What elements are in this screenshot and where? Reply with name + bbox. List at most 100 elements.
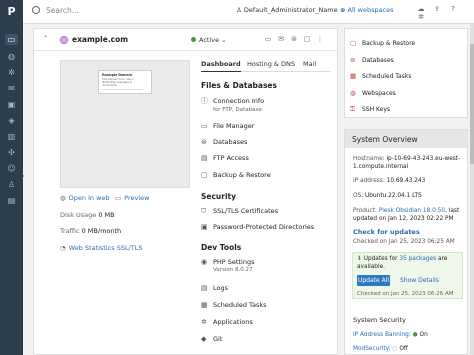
backup-icon: ▢: [350, 39, 357, 47]
tab-mail[interactable]: Mail: [303, 60, 316, 71]
lock-icon[interactable]: ▣: [5, 99, 18, 110]
side-link-databases[interactable]: ⊜ Databases: [350, 56, 394, 64]
globe-icon: ◍: [60, 194, 66, 202]
ssl-tls-item[interactable]: ⛉ SSL/TLS Certificates: [201, 207, 278, 216]
hostname-row: Hostname: ip-10-69-43-243.eu-west-1.comp…: [353, 156, 461, 170]
connection-info-item[interactable]: ⓘ Connection Info for FTP, Database: [201, 96, 264, 113]
files-section-title: Files & Databases: [201, 81, 277, 90]
cloud-icon[interactable]: ☁: [416, 5, 426, 13]
puzzle-icon[interactable]: ✣: [5, 147, 18, 158]
gear-icon[interactable]: ✲: [416, 13, 426, 21]
preview-link[interactable]: ▭ Preview: [115, 194, 149, 202]
scrollbar-thumb[interactable]: [470, 44, 474, 164]
domain-actions: ▭ ✉ ⊜ ▢ ⋮: [263, 35, 328, 43]
scheduled-tasks-item[interactable]: ▦ Scheduled Tasks: [201, 301, 266, 309]
backup-icon[interactable]: ▢: [302, 35, 312, 43]
globe-icon[interactable]: ◍: [5, 51, 18, 62]
packages-link[interactable]: 35 packages: [399, 256, 436, 262]
globe-icon: ◍: [350, 89, 356, 97]
database-icon: ⊜: [201, 138, 207, 146]
system-overview-title: System Overview: [345, 130, 467, 148]
database-icon: ⊜: [350, 56, 356, 64]
devtools-section-title: Dev Tools: [201, 243, 242, 252]
monitor-icon[interactable]: ▭: [5, 34, 18, 45]
status-badge[interactable]: Active ⌄: [191, 36, 227, 44]
databases-item[interactable]: ⊜ Databases: [201, 138, 247, 146]
more-icon[interactable]: ⋮: [315, 35, 325, 43]
topbar-icons: ☁ ⇪ ? ✲: [416, 5, 474, 21]
modsecurity-row: ModSecurity: ○ Off: [353, 346, 408, 352]
system-security-title: System Security: [353, 316, 406, 324]
side-link-ssh-keys[interactable]: ⚿ SSH Keys: [350, 105, 390, 114]
webspaces-menu[interactable]: ⊕ All webspaces: [340, 6, 394, 14]
folder-icon: ▭: [201, 122, 208, 130]
user-icon[interactable]: ♙: [5, 179, 18, 190]
person-icon[interactable]: ☺: [5, 163, 18, 174]
folder-icon[interactable]: ▭: [263, 35, 273, 43]
mail-icon[interactable]: ✉: [276, 35, 286, 43]
mail-icon[interactable]: ✉: [5, 83, 18, 94]
product-row: Product: Plesk Obsidian 18.0.50, last up…: [353, 208, 460, 222]
updates-box: ⬇ Updates for 35 packages are available.…: [352, 252, 463, 299]
user-menu[interactable]: ♙ Default_Administrator_Name ⌄: [236, 6, 345, 14]
scrollbar[interactable]: [470, 24, 474, 355]
password-protected-item[interactable]: ▣ Password-Protected Directories: [201, 223, 314, 231]
collapse-chevron-icon[interactable]: ⌃: [43, 35, 48, 42]
ip-banning-link[interactable]: IP Address Banning:: [353, 332, 411, 338]
domain-favicon: [60, 36, 68, 44]
chart-icon[interactable]: ▥: [5, 131, 18, 142]
quick-links-panel: ▢ Backup & Restore ⊜ Databases ▦ Scheduled …: [344, 28, 468, 118]
update-icon: ⬇: [357, 256, 364, 262]
domain-header: ⌃ example.com Active ⌄ ▭ ✉ ⊜ ▢ ⋮: [34, 29, 339, 51]
applications-item[interactable]: ✲ Applications: [201, 318, 253, 326]
on-icon: ●: [412, 332, 418, 338]
side-link-scheduled-tasks[interactable]: ▦ Scheduled Tasks: [350, 72, 411, 80]
ip-address-row: IP address: 10.69.43.243: [353, 178, 426, 184]
preview-thumbnail: Example Domain This domain is for use in…: [98, 70, 152, 94]
search-input[interactable]: Search...: [32, 6, 79, 15]
building-icon[interactable]: ▤: [5, 195, 18, 206]
gear-icon: ✲: [201, 318, 207, 326]
system-overview-panel: System Overview Hostname: ip-10-69-43-24…: [344, 129, 468, 355]
check-updates-link[interactable]: Check for updates: [353, 228, 465, 236]
search-icon: [32, 6, 40, 14]
side-link-webspaces[interactable]: ◍ Webspaces: [350, 89, 396, 97]
off-icon: ○: [392, 346, 398, 352]
tab-dashboard[interactable]: Dashboard: [201, 60, 241, 72]
domain-name[interactable]: example.com: [72, 35, 128, 44]
backup-restore-item[interactable]: ▢ Backup & Restore: [201, 171, 271, 179]
show-details-link[interactable]: Show Details: [400, 277, 439, 284]
file-manager-item[interactable]: ▭ File Manager: [201, 122, 254, 130]
updates-checked-on: Checked on Jan 25, 2023 06:26 AM: [357, 291, 454, 297]
calendar-icon: ▦: [201, 301, 208, 309]
git-item[interactable]: ◆ Git: [201, 335, 222, 343]
help-icon[interactable]: ?: [448, 5, 458, 13]
preview-icon: ▭: [115, 194, 122, 202]
webspaces-icon: ⊕: [340, 6, 348, 14]
php-settings-item[interactable]: ◉ PHP Settings Version 8.0.27: [201, 258, 254, 273]
side-link-backup[interactable]: ▢ Backup & Restore: [350, 39, 415, 47]
cloud-up-icon[interactable]: ⇪: [432, 5, 442, 13]
domain-card: ⌃ example.com Active ⌄ ▭ ✉ ⊜ ▢ ⋮ Example Dom…: [33, 28, 339, 355]
lock-icon: ▣: [201, 223, 208, 231]
backup-icon: ▢: [201, 171, 208, 179]
os-row: OS: Ubuntu 22.04.1 LTS: [353, 193, 422, 199]
disk-usage: Disk Usage 0 MB: [60, 211, 115, 219]
database-icon[interactable]: ⊜: [289, 35, 299, 43]
product-link[interactable]: Plesk Obsidian 18.0.50: [379, 208, 445, 214]
update-all-button[interactable]: Update All: [357, 275, 390, 286]
modsecurity-link[interactable]: ModSecurity:: [353, 346, 391, 352]
web-statistics-link[interactable]: ◔ Web Statistics SSL/TLS: [60, 244, 142, 252]
site-preview[interactable]: Example Domain This domain is for use in…: [60, 60, 190, 188]
open-in-web-link[interactable]: ◍ Open in web: [60, 194, 110, 202]
tab-hosting-dns[interactable]: Hosting & DNS: [247, 60, 295, 71]
collapse-sidebar-icon[interactable]: ›: [22, 172, 28, 182]
ftp-access-item[interactable]: ▤ FTP Access: [201, 154, 249, 162]
gear-icon[interactable]: ✲: [5, 67, 18, 78]
ftp-icon: ▤: [201, 154, 208, 162]
domain-tabs: Dashboard Hosting & DNS Mail: [201, 60, 331, 72]
layers-icon[interactable]: ◈: [5, 115, 18, 126]
logs-item[interactable]: ▤ Logs: [201, 284, 228, 292]
security-section-title: Security: [201, 192, 237, 201]
plesk-logo[interactable]: P: [5, 4, 18, 19]
